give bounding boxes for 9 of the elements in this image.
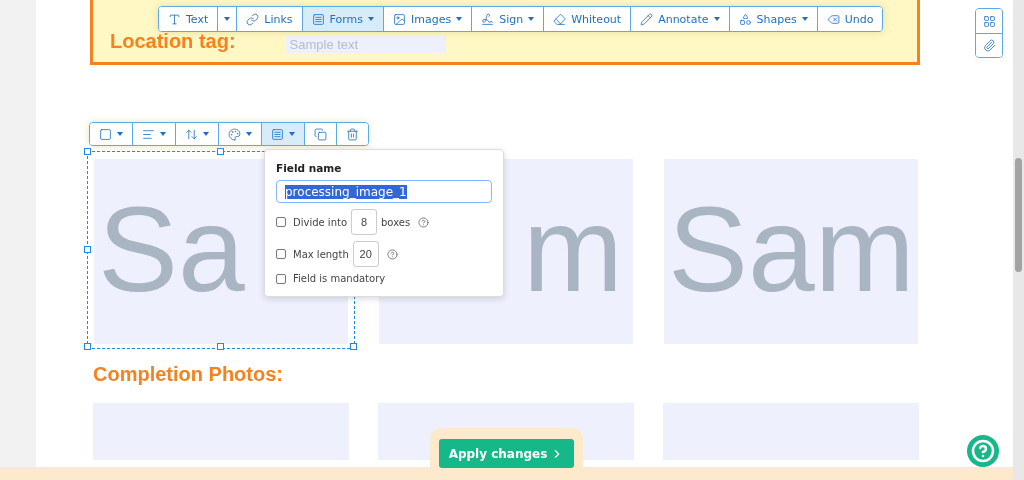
option-label: Divide into: [293, 216, 347, 228]
placeholder-text: Sa: [98, 181, 245, 318]
placeholder-text: Sam: [668, 181, 915, 318]
option-label: Max length: [293, 248, 349, 260]
location-label: Location tag:: [110, 30, 236, 53]
section-title: Completion Photos:: [93, 363, 283, 386]
placeholder-text: m: [523, 181, 623, 318]
field-name-label: Field name: [276, 162, 343, 174]
option-suffix: boxes: [381, 216, 411, 228]
